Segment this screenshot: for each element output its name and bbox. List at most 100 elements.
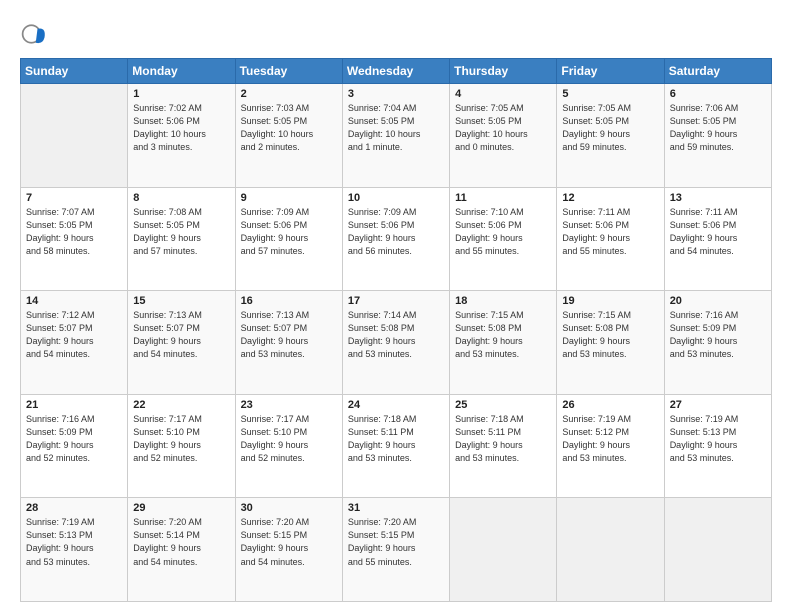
day-number: 26 (562, 399, 658, 411)
week-row-3: 21Sunrise: 7:16 AM Sunset: 5:09 PM Dayli… (21, 394, 772, 498)
day-number: 29 (133, 502, 229, 514)
day-number: 10 (348, 192, 444, 204)
day-number: 11 (455, 192, 551, 204)
day-info: Sunrise: 7:19 AM Sunset: 5:13 PM Dayligh… (670, 413, 766, 465)
day-info: Sunrise: 7:20 AM Sunset: 5:15 PM Dayligh… (348, 516, 444, 568)
day-info: Sunrise: 7:11 AM Sunset: 5:06 PM Dayligh… (670, 206, 766, 258)
weekday-friday: Friday (557, 59, 664, 84)
calendar-cell: 26Sunrise: 7:19 AM Sunset: 5:12 PM Dayli… (557, 394, 664, 498)
day-info: Sunrise: 7:08 AM Sunset: 5:05 PM Dayligh… (133, 206, 229, 258)
day-info: Sunrise: 7:17 AM Sunset: 5:10 PM Dayligh… (133, 413, 229, 465)
day-number: 14 (26, 295, 122, 307)
logo-icon (20, 20, 48, 48)
day-number: 7 (26, 192, 122, 204)
calendar-cell: 6 Sunrise: 7:06 AM Sunset: 5:05 PM Daylig… (664, 84, 771, 188)
day-number: 3 (348, 88, 444, 100)
day-info: Sunrise: 7:05 AM Sunset: 5:05 PM Dayligh… (455, 102, 551, 154)
day-info: Sunrise: 7:13 AM Sunset: 5:07 PM Dayligh… (133, 309, 229, 361)
day-number: 15 (133, 295, 229, 307)
day-info: Sunrise: 7:03 AM Sunset: 5:05 PM Dayligh… (241, 102, 337, 154)
day-info: Sunrise: 7:12 AM Sunset: 5:07 PM Dayligh… (26, 309, 122, 361)
day-info: Sunrise: 7:05 AM Sunset: 5:05 PM Dayligh… (562, 102, 658, 154)
day-info: Sunrise: 7:04 AM Sunset: 5:05 PM Dayligh… (348, 102, 444, 154)
calendar-cell: 7 Sunrise: 7:07 AM Sunset: 5:05 PM Daylig… (21, 187, 128, 291)
day-info: Sunrise: 7:02 AM Sunset: 5:06 PM Dayligh… (133, 102, 229, 154)
weekday-thursday: Thursday (450, 59, 557, 84)
day-info: Sunrise: 7:16 AM Sunset: 5:09 PM Dayligh… (670, 309, 766, 361)
day-info: Sunrise: 7:17 AM Sunset: 5:10 PM Dayligh… (241, 413, 337, 465)
calendar-cell: 3 Sunrise: 7:04 AM Sunset: 5:05 PM Daylig… (342, 84, 449, 188)
day-number: 28 (26, 502, 122, 514)
day-number: 8 (133, 192, 229, 204)
weekday-wednesday: Wednesday (342, 59, 449, 84)
calendar-cell: 17Sunrise: 7:14 AM Sunset: 5:08 PM Dayli… (342, 291, 449, 395)
calendar-cell: 14 Sunrise: 7:12 AM Sunset: 5:07 PM Dayli… (21, 291, 128, 395)
week-row-1: 7 Sunrise: 7:07 AM Sunset: 5:05 PM Daylig… (21, 187, 772, 291)
calendar-cell: 2 Sunrise: 7:03 AM Sunset: 5:05 PM Daylig… (235, 84, 342, 188)
week-row-4: 28 Sunrise: 7:19 AM Sunset: 5:13 PM Dayli… (21, 498, 772, 602)
calendar-cell: 29 Sunrise: 7:20 AM Sunset: 5:14 PM Dayli… (128, 498, 235, 602)
calendar-cell (450, 498, 557, 602)
day-info: Sunrise: 7:15 AM Sunset: 5:08 PM Dayligh… (455, 309, 551, 361)
calendar-body: 1Sunrise: 7:02 AM Sunset: 5:06 PM Daylig… (21, 84, 772, 602)
day-number: 24 (348, 399, 444, 411)
calendar-cell: 25 Sunrise: 7:18 AM Sunset: 5:11 PM Dayli… (450, 394, 557, 498)
calendar-cell: 27 Sunrise: 7:19 AM Sunset: 5:13 PM Dayli… (664, 394, 771, 498)
day-number: 5 (562, 88, 658, 100)
calendar-cell: 13 Sunrise: 7:11 AM Sunset: 5:06 PM Dayli… (664, 187, 771, 291)
calendar-cell: 19 Sunrise: 7:15 AM Sunset: 5:08 PM Dayli… (557, 291, 664, 395)
day-number: 9 (241, 192, 337, 204)
calendar-header: SundayMondayTuesdayWednesdayThursdayFrid… (21, 59, 772, 84)
calendar: SundayMondayTuesdayWednesdayThursdayFrid… (20, 58, 772, 602)
day-number: 16 (241, 295, 337, 307)
day-number: 19 (562, 295, 658, 307)
week-row-2: 14 Sunrise: 7:12 AM Sunset: 5:07 PM Dayli… (21, 291, 772, 395)
day-info: Sunrise: 7:10 AM Sunset: 5:06 PM Dayligh… (455, 206, 551, 258)
day-number: 17 (348, 295, 444, 307)
day-info: Sunrise: 7:06 AM Sunset: 5:05 PM Dayligh… (670, 102, 766, 154)
weekday-tuesday: Tuesday (235, 59, 342, 84)
day-info: Sunrise: 7:20 AM Sunset: 5:15 PM Dayligh… (241, 516, 337, 568)
day-info: Sunrise: 7:11 AM Sunset: 5:06 PM Dayligh… (562, 206, 658, 258)
calendar-cell: 20 Sunrise: 7:16 AM Sunset: 5:09 PM Dayli… (664, 291, 771, 395)
day-number: 6 (670, 88, 766, 100)
calendar-cell: 8 Sunrise: 7:08 AM Sunset: 5:05 PM Daylig… (128, 187, 235, 291)
calendar-cell: 9 Sunrise: 7:09 AM Sunset: 5:06 PM Daylig… (235, 187, 342, 291)
weekday-header-row: SundayMondayTuesdayWednesdayThursdayFrid… (21, 59, 772, 84)
calendar-cell: 11 Sunrise: 7:10 AM Sunset: 5:06 PM Dayli… (450, 187, 557, 291)
day-info: Sunrise: 7:07 AM Sunset: 5:05 PM Dayligh… (26, 206, 122, 258)
calendar-cell: 5 Sunrise: 7:05 AM Sunset: 5:05 PM Daylig… (557, 84, 664, 188)
day-number: 4 (455, 88, 551, 100)
calendar-cell: 23Sunrise: 7:17 AM Sunset: 5:10 PM Dayli… (235, 394, 342, 498)
day-number: 30 (241, 502, 337, 514)
day-info: Sunrise: 7:09 AM Sunset: 5:06 PM Dayligh… (348, 206, 444, 258)
day-number: 31 (348, 502, 444, 514)
calendar-cell: 31 Sunrise: 7:20 AM Sunset: 5:15 PM Dayli… (342, 498, 449, 602)
day-info: Sunrise: 7:18 AM Sunset: 5:11 PM Dayligh… (348, 413, 444, 465)
calendar-cell: 1Sunrise: 7:02 AM Sunset: 5:06 PM Daylig… (128, 84, 235, 188)
header (20, 16, 772, 48)
day-number: 2 (241, 88, 337, 100)
day-info: Sunrise: 7:13 AM Sunset: 5:07 PM Dayligh… (241, 309, 337, 361)
day-number: 25 (455, 399, 551, 411)
day-number: 27 (670, 399, 766, 411)
calendar-cell: 4 Sunrise: 7:05 AM Sunset: 5:05 PM Daylig… (450, 84, 557, 188)
day-number: 13 (670, 192, 766, 204)
logo (20, 16, 52, 48)
calendar-cell: 21Sunrise: 7:16 AM Sunset: 5:09 PM Dayli… (21, 394, 128, 498)
calendar-cell (664, 498, 771, 602)
weekday-monday: Monday (128, 59, 235, 84)
day-info: Sunrise: 7:15 AM Sunset: 5:08 PM Dayligh… (562, 309, 658, 361)
day-number: 12 (562, 192, 658, 204)
day-info: Sunrise: 7:19 AM Sunset: 5:13 PM Dayligh… (26, 516, 122, 568)
day-info: Sunrise: 7:18 AM Sunset: 5:11 PM Dayligh… (455, 413, 551, 465)
day-info: Sunrise: 7:20 AM Sunset: 5:14 PM Dayligh… (133, 516, 229, 568)
calendar-cell: 24 Sunrise: 7:18 AM Sunset: 5:11 PM Dayli… (342, 394, 449, 498)
weekday-sunday: Sunday (21, 59, 128, 84)
calendar-cell: 12 Sunrise: 7:11 AM Sunset: 5:06 PM Dayli… (557, 187, 664, 291)
calendar-cell: 18Sunrise: 7:15 AM Sunset: 5:08 PM Dayli… (450, 291, 557, 395)
calendar-cell (557, 498, 664, 602)
day-info: Sunrise: 7:09 AM Sunset: 5:06 PM Dayligh… (241, 206, 337, 258)
calendar-cell (21, 84, 128, 188)
day-number: 20 (670, 295, 766, 307)
